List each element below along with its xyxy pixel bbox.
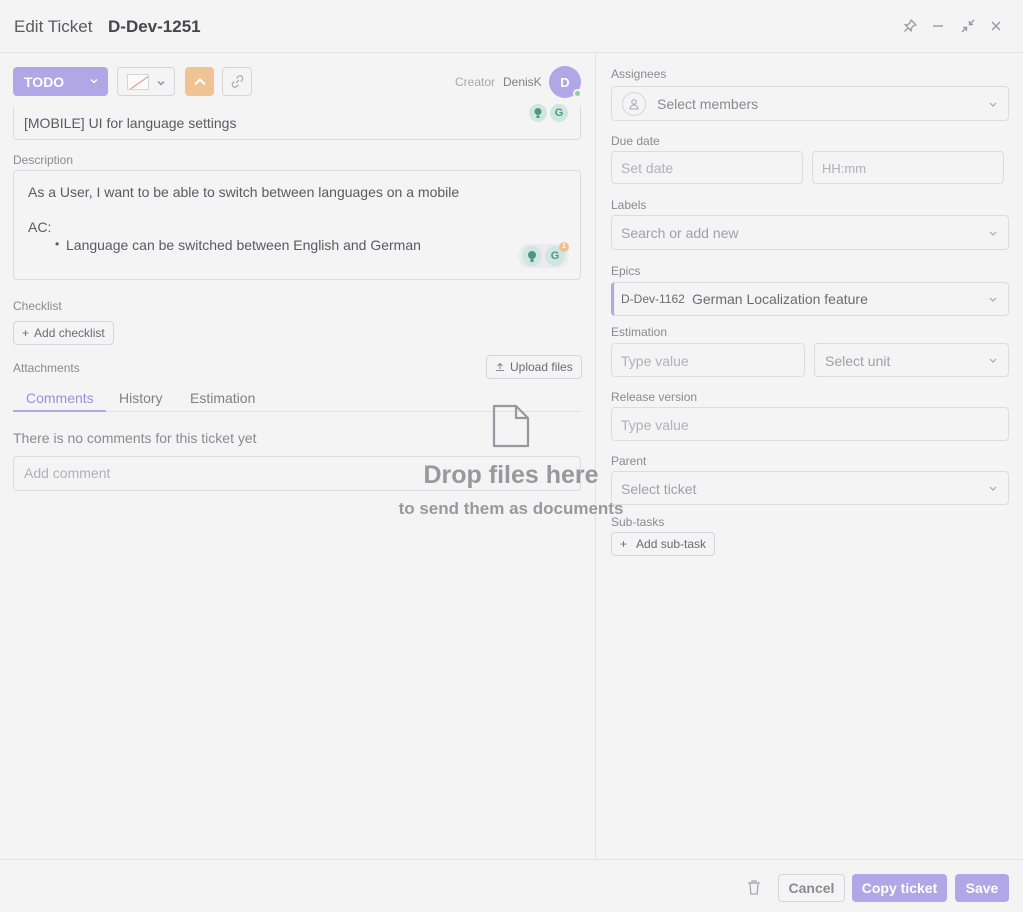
description-editor[interactable]: As a User, I want to be able to switch b…	[13, 170, 581, 280]
chevron-up-icon	[193, 77, 206, 85]
attachments-label: Attachments	[13, 361, 80, 375]
dialog-footer: Cancel Copy ticket Save	[0, 859, 1023, 912]
status-dropdown[interactable]: TODO	[13, 67, 108, 96]
epics-select[interactable]: D-Dev-1162 German Localization feature	[611, 282, 1009, 316]
close-icon[interactable]	[986, 16, 1006, 36]
save-button[interactable]: Save	[955, 874, 1009, 902]
add-checklist-button[interactable]: + Add checklist	[13, 321, 114, 345]
due-time-input[interactable]: HH:mm	[812, 151, 1004, 184]
tab-comments[interactable]: Comments	[26, 390, 94, 406]
labels-placeholder: Search or add new	[621, 225, 739, 241]
due-date-placeholder: Set date	[621, 160, 674, 176]
comment-placeholder: Add comment	[24, 465, 111, 481]
status-label: TODO	[24, 73, 65, 90]
tab-estimation[interactable]: Estimation	[190, 390, 255, 406]
bullet-icon: •	[55, 237, 60, 251]
priority-button[interactable]	[185, 67, 214, 96]
save-label: Save	[965, 880, 999, 896]
active-tab-indicator	[13, 410, 106, 412]
checklist-label: Checklist	[13, 299, 62, 313]
ticket-id: D-Dev-1251	[108, 17, 201, 36]
parent-select[interactable]: Select ticket	[611, 471, 1009, 505]
assignees-label: Assignees	[611, 67, 667, 81]
add-subtask-button[interactable]: + Add sub-task	[611, 532, 716, 556]
estimation-label: Estimation	[611, 325, 668, 339]
link-button[interactable]	[222, 67, 252, 96]
chevron-down-icon	[989, 358, 997, 363]
upload-icon	[496, 362, 504, 372]
document-icon	[492, 404, 530, 448]
due-date-input[interactable]: Set date	[611, 151, 803, 184]
dialog-header: Edit Ticket D-Dev-1251	[0, 0, 1023, 53]
cancel-label: Cancel	[788, 880, 835, 896]
grammarly-widget[interactable]: G	[529, 104, 568, 122]
description-line: As a User, I want to be able to switch b…	[28, 184, 460, 200]
file-drop-zone[interactable]: Drop files here to send them as document…	[380, 400, 642, 525]
labels-select[interactable]: Search or add new	[611, 215, 1009, 250]
chevron-down-icon	[989, 297, 997, 302]
tab-history[interactable]: History	[119, 390, 163, 406]
estimation-unit-placeholder: Select unit	[825, 353, 891, 369]
chevron-down-icon	[90, 79, 98, 84]
ticket-properties-panel: Assignees Select members Due date Set da…	[597, 53, 1023, 859]
avatar-initial: D	[560, 74, 570, 90]
creator-avatar[interactable]: D	[549, 66, 582, 98]
upload-files-button[interactable]: Upload files	[486, 355, 582, 379]
description-label: Description	[13, 153, 74, 167]
labels-label: Labels	[611, 198, 647, 212]
link-icon	[231, 75, 243, 88]
chevron-down-icon	[989, 102, 997, 107]
user-icon	[622, 92, 646, 116]
estimation-value-placeholder: Type value	[621, 353, 689, 369]
estimation-unit-select[interactable]: Select unit	[814, 343, 1009, 377]
epic-id: D-Dev-1162	[621, 292, 685, 306]
creator-name: DenisK	[503, 75, 542, 89]
no-comments-text: There is no comments for this ticket yet	[13, 430, 257, 446]
collapse-icon[interactable]	[958, 16, 978, 36]
minimize-icon[interactable]	[928, 16, 948, 36]
add-subtask-label: Add sub-task	[636, 537, 707, 551]
grammarly-icon: G 1	[545, 242, 569, 266]
due-date-label: Due date	[611, 134, 660, 148]
due-time-placeholder: HH:mm	[822, 161, 867, 176]
suggestion-bulb-icon	[529, 104, 547, 122]
pin-icon[interactable]	[900, 16, 920, 36]
online-status-dot	[573, 89, 582, 98]
estimation-value-input[interactable]: Type value	[611, 343, 805, 377]
suggestion-bulb-icon	[522, 246, 542, 266]
plus-icon: +	[22, 326, 30, 340]
assignees-placeholder: Select members	[657, 96, 759, 112]
upload-files-label: Upload files	[510, 360, 573, 374]
drop-subtitle: to send them as documents	[398, 499, 624, 518]
color-picker[interactable]	[117, 67, 175, 96]
chevron-down-icon	[157, 81, 165, 86]
add-checklist-label: Add checklist	[34, 326, 105, 340]
chevron-down-icon	[989, 486, 997, 491]
cancel-button[interactable]: Cancel	[778, 874, 845, 902]
copy-ticket-label: Copy ticket	[861, 880, 938, 896]
dialog-title: Edit Ticket	[14, 17, 93, 36]
creator-label: Creator	[455, 75, 496, 89]
epic-name: German Localization feature	[692, 291, 868, 307]
copy-ticket-button[interactable]: Copy ticket	[852, 874, 947, 902]
trash-icon[interactable]	[746, 879, 762, 901]
description-line: AC:	[28, 219, 52, 235]
plus-icon: +	[620, 537, 628, 551]
assignees-select[interactable]: Select members	[611, 86, 1009, 121]
ticket-title-value: [MOBILE] UI for language settings	[24, 115, 237, 131]
no-color-swatch	[127, 74, 149, 90]
grammarly-icon: G	[550, 104, 568, 122]
release-version-input[interactable]: Type value	[611, 407, 1009, 441]
drop-title: Drop files here	[423, 461, 599, 489]
chevron-down-icon	[989, 231, 997, 236]
ticket-title-field[interactable]: [MOBILE] UI for language settings G	[13, 104, 581, 140]
description-bullet: Language can be switched between English…	[66, 237, 421, 253]
grammarly-badge: 1	[559, 242, 569, 252]
grammarly-widget[interactable]: G 1	[518, 242, 569, 268]
epics-label: Epics	[611, 264, 641, 278]
